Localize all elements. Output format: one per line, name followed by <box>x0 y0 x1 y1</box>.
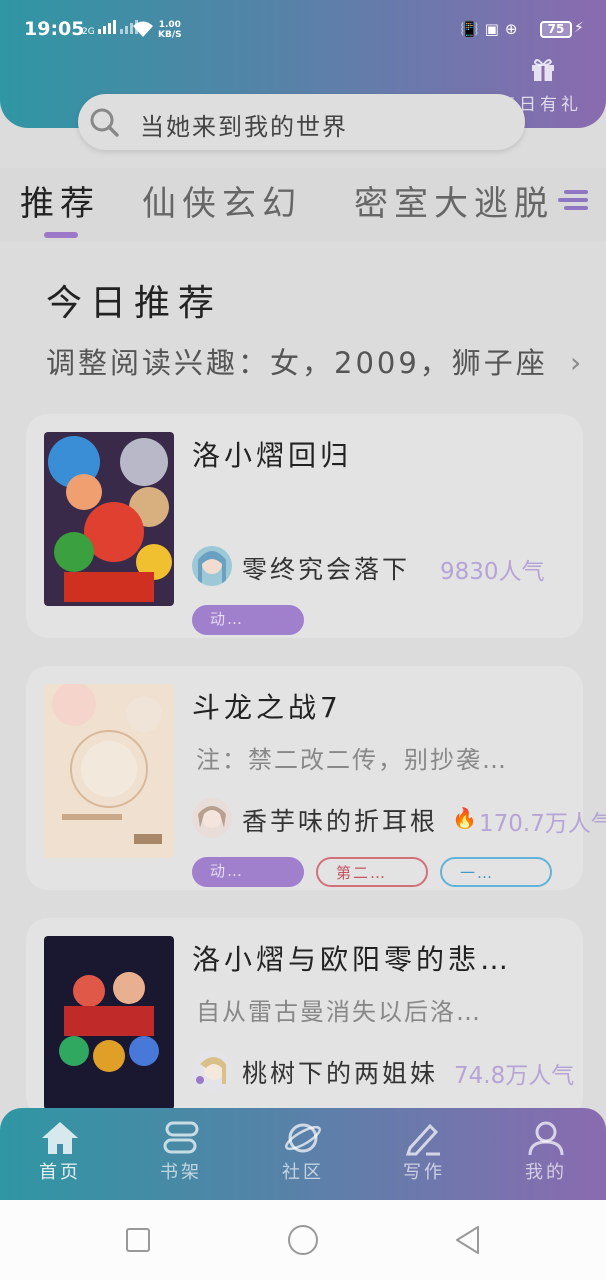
menu-icon[interactable] <box>556 184 588 216</box>
signal-icon: 2G <box>82 20 138 37</box>
back-icon[interactable] <box>450 1222 486 1258</box>
nav-label: 我的 <box>525 1162 567 1183</box>
genre-tag[interactable]: 动… <box>192 857 304 887</box>
popularity-count: 170.7万人气 <box>479 811 606 837</box>
nav-label: 首页 <box>39 1162 81 1183</box>
charging-icon: ⚡ <box>574 20 584 36</box>
book-title[interactable]: 洛小熠与欧阳零的悲… <box>192 938 512 978</box>
avatar[interactable] <box>192 1050 232 1090</box>
status-icons: 📳 ▣ ⊕ <box>460 20 517 38</box>
nav-write[interactable]: 写作 <box>384 1116 464 1196</box>
bookshelf-icon <box>163 1121 199 1154</box>
status-time: 19:05 <box>24 18 85 40</box>
chevron-right-icon[interactable]: › <box>570 346 581 379</box>
reading-interest-link[interactable]: 调整阅读兴趣：女，2009，狮子座 <box>46 340 548 382</box>
genre-tag[interactable]: 动… <box>192 605 304 635</box>
wifi-icon <box>133 21 153 37</box>
system-nav-bar <box>0 1200 606 1280</box>
nav-profile[interactable]: 我的 <box>506 1116 586 1196</box>
book-card[interactable]: 斗龙之战7 注：禁二改二传，别抄袭… 香芋味的折耳根 🔥 170.7万人气 动…… <box>26 666 606 890</box>
nav-label: 社区 <box>282 1162 324 1183</box>
popularity-count: 74.8万人气 <box>454 1063 575 1089</box>
home-button-icon[interactable] <box>285 1222 321 1258</box>
nav-label: 写作 <box>403 1162 445 1183</box>
book-title[interactable]: 斗龙之战7 <box>192 686 342 726</box>
avatar[interactable] <box>192 546 232 586</box>
tab-xianxia[interactable]: 仙侠玄幻 <box>142 176 302 225</box>
planet-icon <box>285 1123 321 1153</box>
nav-community[interactable]: 社区 <box>263 1116 343 1196</box>
author-name[interactable]: 香芋味的折耳根 <box>242 802 438 838</box>
nav-bookshelf[interactable]: 书架 <box>141 1116 221 1196</box>
popularity-count: 9830人气 <box>440 559 545 585</box>
screen-record-icon: ▣ <box>484 20 499 38</box>
book-cover[interactable] <box>44 936 174 1110</box>
author-row[interactable]: 零终究会落下 9830人气 <box>192 546 562 586</box>
bottom-nav: 首页 书架 社区 写作 我的 <box>0 1108 606 1200</box>
avatar[interactable] <box>192 798 232 838</box>
search-bar[interactable]: 当她来到我的世界 <box>78 94 525 150</box>
book-title[interactable]: 洛小熠回归 <box>192 434 352 474</box>
search-input[interactable]: 当她来到我的世界 <box>140 107 348 142</box>
book-card[interactable]: 洛小熠回归 零终究会落下 9830人气 动… <box>26 414 583 638</box>
author-row[interactable]: 香芋味的折耳根 🔥 170.7万人气 <box>192 798 606 838</box>
active-tab-indicator <box>44 232 78 238</box>
book-description: 自从雷古曼消失以后洛… <box>196 998 482 1026</box>
author-name[interactable]: 桃树下的两姐妹 <box>242 1054 438 1090</box>
network-speed: 1.00 KB/S <box>158 20 182 40</box>
network-speed-unit: KB/S <box>158 30 182 40</box>
search-icon <box>90 108 119 137</box>
network-speed-value: 1.00 <box>158 20 181 30</box>
nav-home[interactable]: 首页 <box>20 1116 100 1196</box>
tab-recommend[interactable]: 推荐 <box>20 176 100 225</box>
book-description: 注：禁二改二传，别抄袭… <box>196 746 508 774</box>
home-icon <box>42 1122 78 1154</box>
book-card[interactable]: 洛小熠与欧阳零的悲… 自从雷古曼消失以后洛… 桃树下的两姐妹 74.8万人气 <box>26 918 583 1118</box>
category-tabs: 推荐 仙侠玄幻 密室大逃脱 <box>0 168 606 242</box>
header: 19:05 2G 1.00 KB/S 📳 ▣ ⊕ 75 ⚡ 每日有礼 当她来到我… <box>0 0 606 150</box>
lock-rotation-icon: ⊕ <box>504 20 518 38</box>
author-row[interactable]: 桃树下的两姐妹 74.8万人气 <box>192 1050 580 1090</box>
gift-icon[interactable] <box>529 55 557 83</box>
book-cover[interactable] <box>44 684 174 858</box>
recent-apps-icon[interactable] <box>120 1222 156 1258</box>
fire-icon: 🔥 <box>452 806 477 830</box>
genre-tag[interactable]: 一… <box>440 857 552 887</box>
tab-escape-room[interactable]: 密室大逃脱 <box>354 176 554 225</box>
nav-label: 书架 <box>160 1162 202 1183</box>
vibrate-icon: 📳 <box>460 20 479 38</box>
section-title: 今日推荐 <box>46 283 223 324</box>
author-name[interactable]: 零终究会落下 <box>242 550 410 586</box>
battery-icon: 75 <box>540 21 572 38</box>
network-label: 2G <box>82 27 95 37</box>
genre-tag[interactable]: 第二… <box>316 857 428 887</box>
user-icon <box>528 1121 564 1156</box>
status-bar: 19:05 2G 1.00 KB/S 📳 ▣ ⊕ 75 ⚡ <box>0 0 606 62</box>
pen-icon <box>405 1123 440 1156</box>
book-cover[interactable] <box>44 432 174 606</box>
